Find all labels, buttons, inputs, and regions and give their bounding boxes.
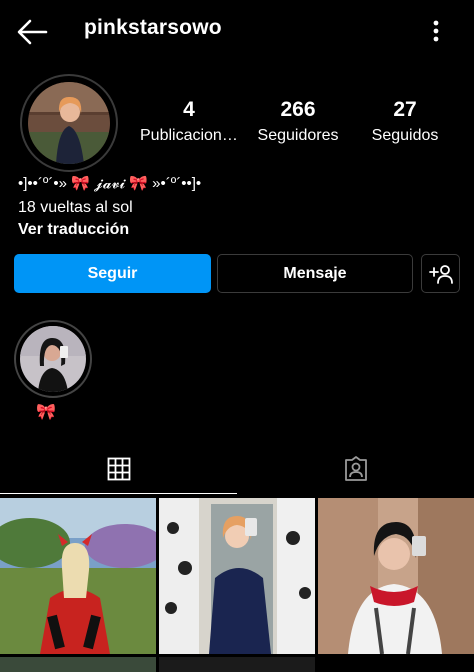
follow-button[interactable]: Seguir	[14, 254, 211, 293]
post-thumbnail[interactable]	[0, 657, 156, 672]
arrow-left-icon[interactable]	[16, 18, 48, 46]
see-translation-link[interactable]: Ver traducción	[18, 221, 129, 239]
following-label: Seguidos	[371, 127, 439, 144]
bio-name: •]••´º´•» 🎀 𝓳𝓪𝓿𝓲 🎀 »•´º´••]•	[18, 175, 202, 192]
posts-count: 4	[183, 98, 195, 121]
followers-count: 266	[280, 98, 316, 121]
tagged-person-icon	[344, 456, 367, 481]
posts-grid	[0, 498, 474, 672]
highlight-label: 🎀	[36, 404, 56, 421]
add-person-icon	[428, 264, 453, 284]
tab-tagged[interactable]	[237, 444, 474, 494]
profile-avatar[interactable]	[20, 74, 118, 172]
following-count: 27	[393, 98, 417, 121]
highlight-cover	[20, 326, 86, 392]
stat-followers[interactable]: 266 Seguidores	[252, 98, 344, 145]
post-thumbnail[interactable]	[318, 498, 474, 654]
suggested-accounts-button[interactable]	[421, 254, 460, 293]
bio-text: 18 vueltas al sol	[18, 199, 133, 216]
tab-posts-grid[interactable]	[0, 444, 237, 494]
post-thumbnail[interactable]	[0, 498, 156, 654]
stat-following[interactable]: 27 Seguidos	[360, 98, 450, 145]
stat-posts[interactable]: 4 Publicaciones	[140, 98, 238, 145]
profile-tabs	[0, 444, 474, 494]
more-vertical-icon[interactable]	[428, 18, 444, 44]
posts-label: Publicaciones	[140, 127, 238, 144]
grid-icon	[107, 457, 130, 480]
top-bar: pinkstarsowo	[0, 0, 474, 62]
profile-username: pinkstarsowo	[84, 16, 222, 39]
post-thumbnail[interactable]	[159, 498, 315, 654]
story-highlight[interactable]	[14, 320, 92, 398]
avatar-photo	[28, 82, 110, 164]
message-button[interactable]: Mensaje	[217, 254, 413, 293]
followers-label: Seguidores	[257, 127, 339, 144]
post-thumbnail[interactable]	[159, 657, 315, 672]
